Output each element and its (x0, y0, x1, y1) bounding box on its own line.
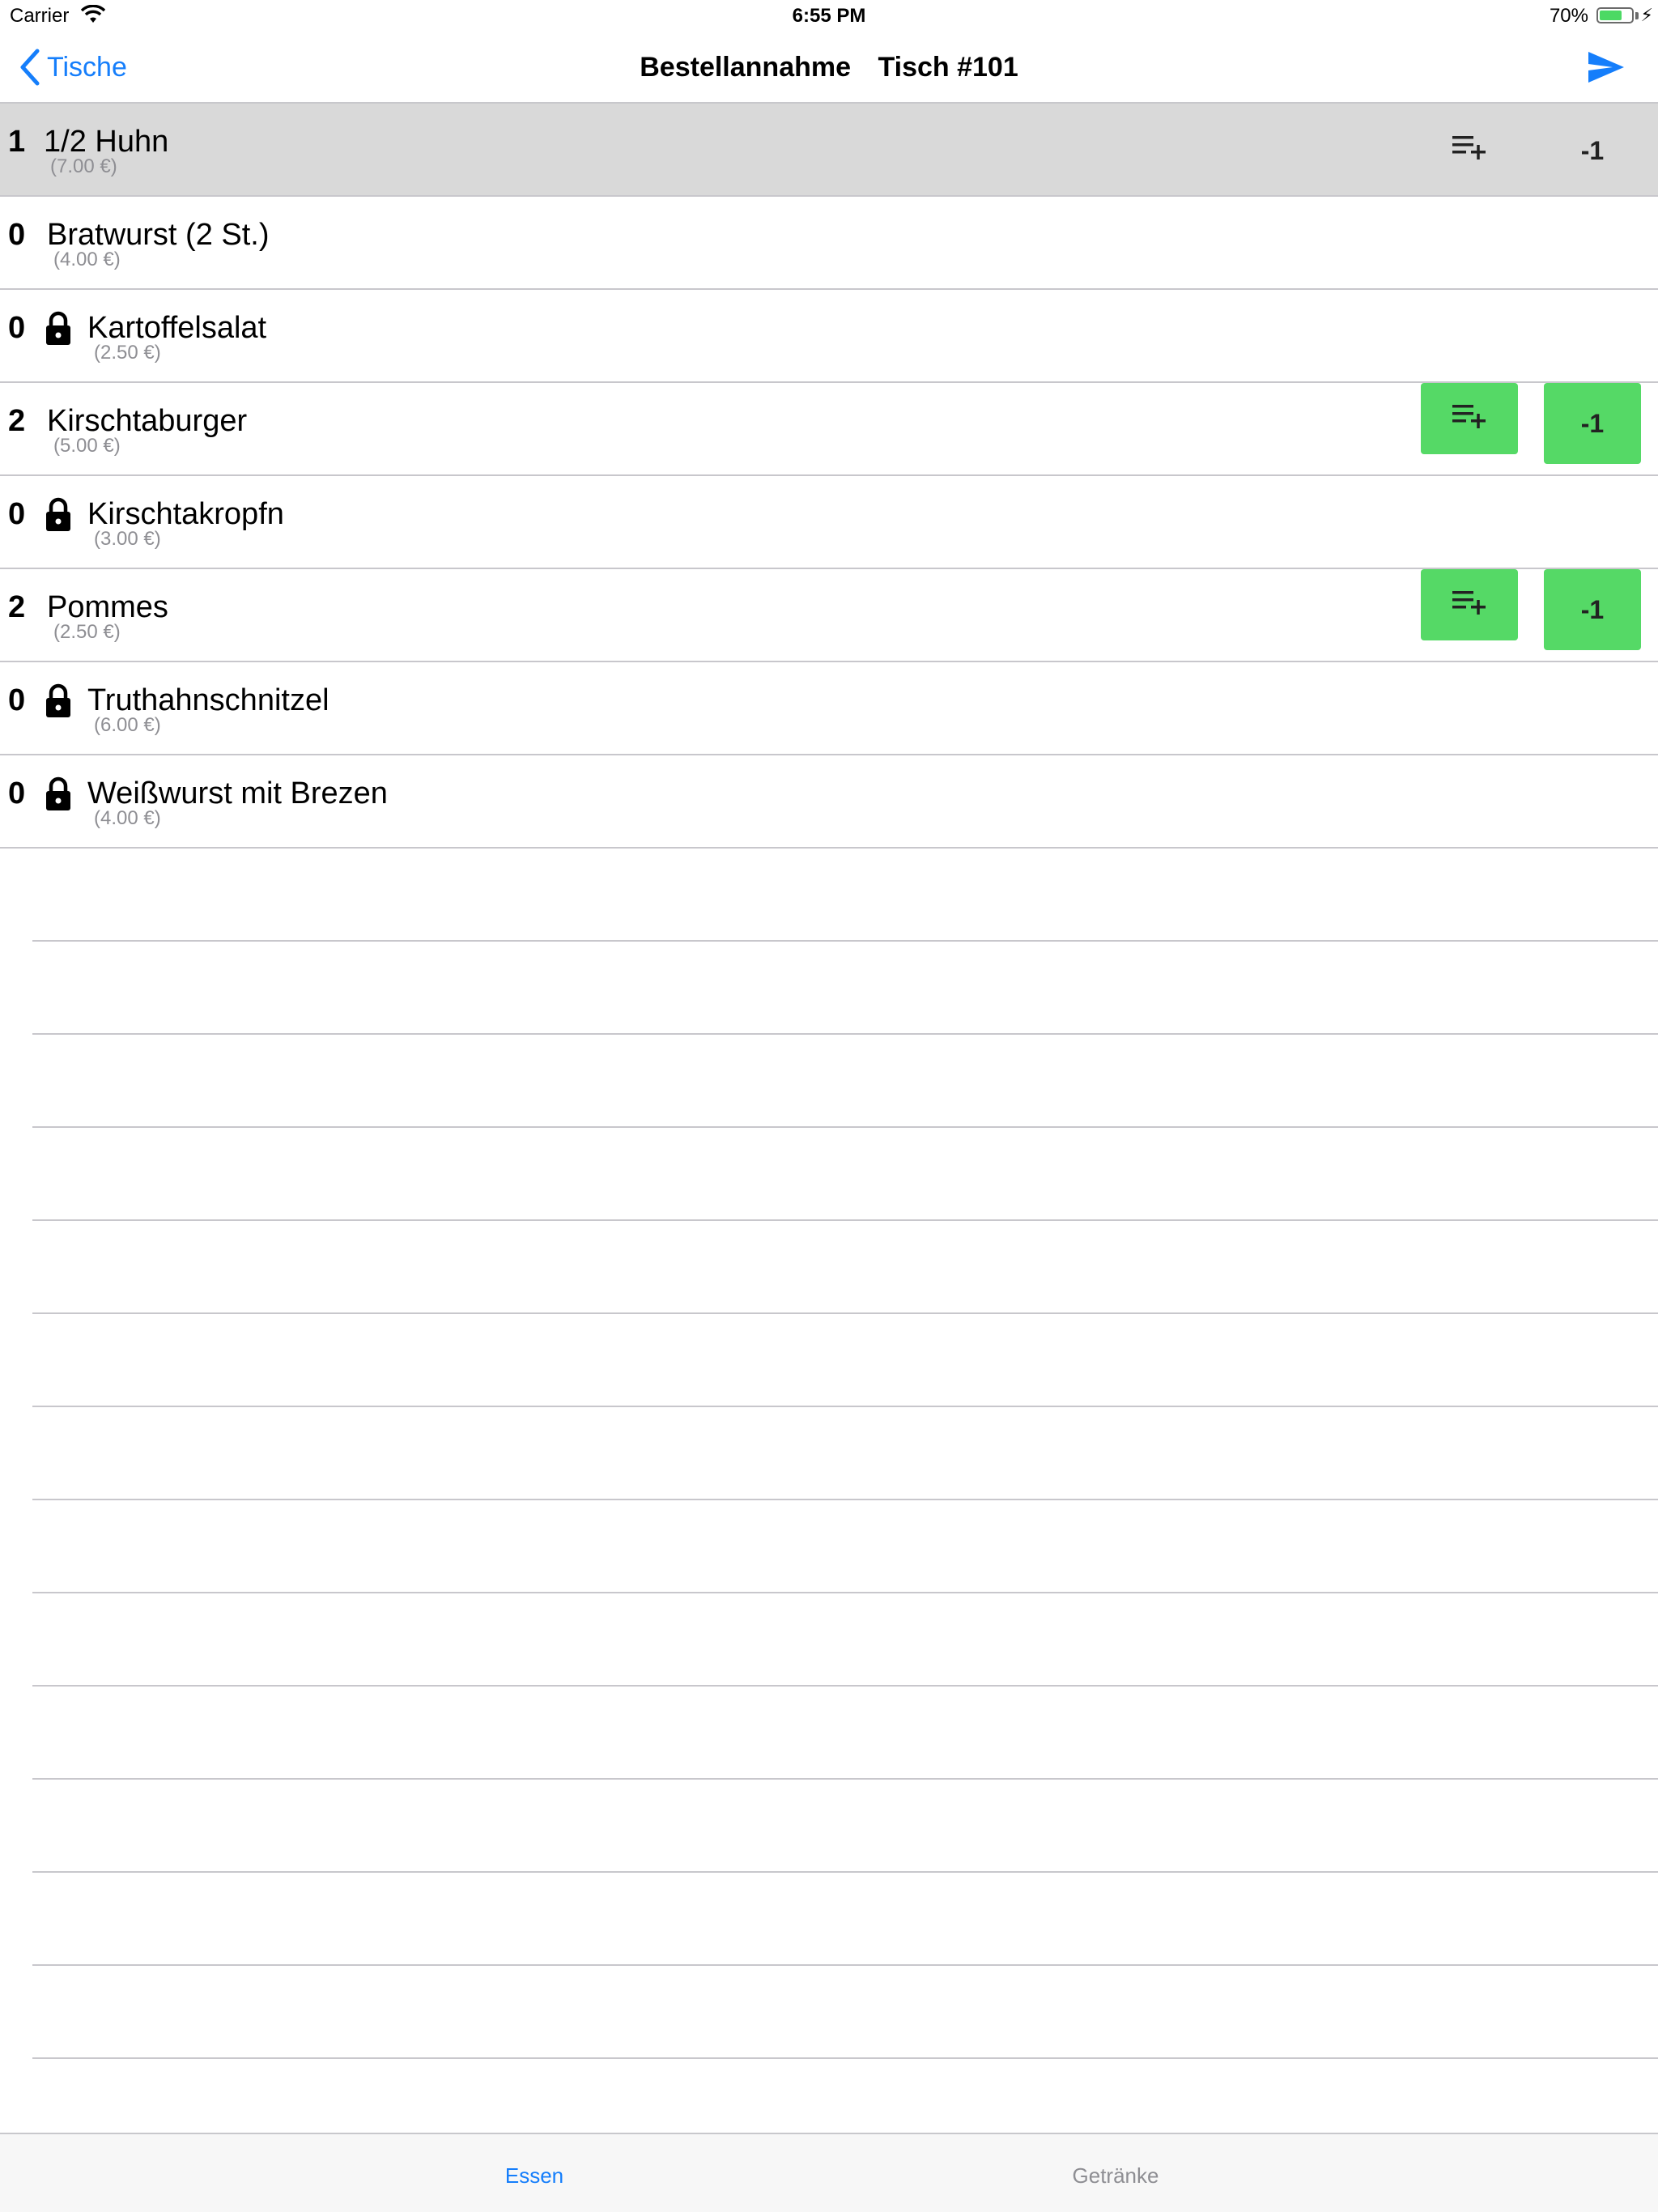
empty-row (32, 1966, 1658, 2059)
charging-bolt-icon: ⚡ (1640, 5, 1653, 25)
lock-icon (44, 497, 73, 533)
empty-row (32, 1035, 1658, 1128)
battery-nub (1635, 12, 1639, 19)
item-count: 0 (8, 776, 26, 810)
empty-row (32, 1407, 1658, 1500)
item-count: 0 (8, 497, 26, 531)
add-note-button[interactable] (1421, 383, 1518, 454)
item-price: (2.50 €) (53, 621, 121, 643)
clock: 6:55 PM (792, 5, 866, 27)
item-price: (4.00 €) (53, 249, 121, 270)
list-item[interactable]: 2 Pommes (2.50 €) -1 (0, 569, 1658, 662)
empty-row (32, 1314, 1658, 1407)
item-name: Truthahnschnitzel (87, 683, 329, 717)
item-name: Kirschtaburger (47, 404, 248, 438)
empty-row (32, 1687, 1658, 1780)
list-item[interactable]: 2 Kirschtaburger (5.00 €) -1 (0, 383, 1658, 476)
list-item[interactable]: 0 Kartoffelsalat (2.50 €) (0, 290, 1658, 383)
add-note-button[interactable] (1421, 569, 1518, 640)
table-number: Tisch #101 (878, 52, 1018, 83)
list-item[interactable]: 1 1/2 Huhn (7.00 €) -1 (0, 104, 1658, 197)
item-name: Kirschtakropfn (87, 497, 284, 531)
empty-row (32, 1780, 1658, 1873)
item-price: (3.00 €) (94, 528, 161, 550)
lock-icon (44, 683, 73, 719)
paper-plane-icon[interactable] (1587, 49, 1626, 86)
status-bar: Carrier 6:55 PM 70% ⚡ (0, 0, 1658, 32)
item-price: (2.50 €) (94, 342, 161, 364)
tab-getraenke[interactable]: Getränke (810, 2163, 1422, 2189)
tab-bar: Essen Getränke (0, 2133, 1658, 2212)
item-name: 1/2 Huhn (44, 125, 169, 159)
title-text: Bestellannahme (640, 52, 852, 83)
empty-row (32, 1873, 1658, 1966)
item-count: 0 (8, 683, 26, 717)
item-count: 2 (8, 404, 26, 438)
battery-level (1600, 11, 1622, 20)
empty-row (32, 1593, 1658, 1687)
lock-icon (44, 311, 73, 347)
decrement-button[interactable]: -1 (1544, 110, 1641, 191)
empty-row (32, 849, 1658, 942)
item-price: (5.00 €) (53, 435, 121, 457)
empty-row (32, 1500, 1658, 1593)
list-item[interactable]: 0 Bratwurst (2 St.) (4.00 €) (0, 197, 1658, 290)
playlist-add-icon (1452, 402, 1486, 436)
playlist-add-icon (1452, 588, 1486, 622)
list-item[interactable]: 0 Truthahnschnitzel (6.00 €) (0, 662, 1658, 755)
item-name: Bratwurst (2 St.) (47, 218, 270, 252)
battery-icon (1596, 7, 1634, 23)
decrement-button[interactable]: -1 (1544, 383, 1641, 464)
item-count: 0 (8, 218, 26, 252)
battery-percent: 70% (1549, 5, 1588, 27)
empty-row (32, 1221, 1658, 1314)
item-name: Pommes (47, 590, 168, 624)
playlist-add-icon (1452, 133, 1486, 167)
item-count: 1 (8, 125, 26, 159)
decrement-button[interactable]: -1 (1544, 569, 1641, 650)
empty-row (32, 942, 1658, 1035)
item-price: (7.00 €) (50, 155, 117, 177)
navigation-bar: Tische Bestellannahme Tisch #101 (0, 32, 1658, 104)
item-price: (6.00 €) (94, 714, 161, 736)
item-name: Weißwurst mit Brezen (87, 776, 388, 810)
list-item[interactable]: 0 Kirschtakropfn (3.00 €) (0, 476, 1658, 569)
empty-row (32, 1128, 1658, 1221)
item-list: 1 1/2 Huhn (7.00 €) -1 0 Bratwurst (2 St.) (4.… (0, 104, 1658, 2152)
list-item[interactable]: 0 Weißwurst mit Brezen (4.00 €) (0, 755, 1658, 849)
lock-icon (44, 776, 73, 812)
item-count: 2 (8, 590, 26, 624)
item-count: 0 (8, 311, 26, 345)
page-title: Bestellannahme Tisch #101 (0, 52, 1658, 83)
add-note-button[interactable] (1421, 114, 1518, 185)
item-price: (4.00 €) (94, 807, 161, 829)
item-name: Kartoffelsalat (87, 311, 267, 345)
